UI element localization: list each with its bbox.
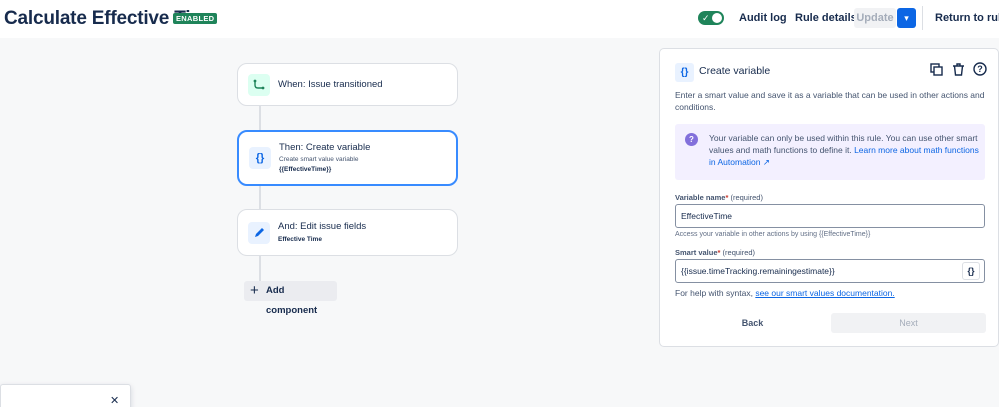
check-icon: ✓	[702, 13, 710, 23]
variable-name-hint: Access your variable in other actions by…	[675, 231, 871, 238]
pencil-icon	[248, 222, 270, 244]
copy-icon[interactable]	[928, 61, 944, 77]
add-component-label: Add component	[266, 285, 318, 316]
smart-value-input[interactable]: {{issue.timeTracking.remainingestimate}}…	[675, 259, 985, 283]
close-icon[interactable]: ✕	[110, 394, 119, 407]
rule-enabled-toggle[interactable]: ✓	[698, 11, 724, 25]
variable-name-label: Variable name* (required)	[675, 193, 763, 202]
next-button[interactable]: Next	[831, 313, 986, 333]
transition-icon	[248, 74, 270, 96]
trash-icon[interactable]	[950, 61, 966, 77]
trigger-title: When: Issue transitioned	[278, 79, 383, 90]
curly-braces-icon: {}	[249, 147, 271, 169]
svg-text:?: ?	[977, 64, 983, 74]
smart-value-picker-button[interactable]: {}	[962, 262, 980, 280]
divider	[922, 6, 923, 30]
panel-tools: ?	[928, 61, 988, 77]
header-bar: Calculate Effective Time ENABLED ✓ Audit…	[0, 0, 999, 38]
create-variable-panel: {} Create variable ? Enter a smart value…	[659, 48, 999, 347]
variable-name-input[interactable]: EffectiveTime	[675, 204, 985, 228]
required-marker: *	[717, 248, 721, 257]
chevron-down-icon: ▾	[904, 13, 909, 23]
rule-details-button[interactable]: Rule details	[795, 8, 857, 28]
action-title: Then: Create variable	[279, 142, 371, 153]
required-text: (required)	[722, 248, 756, 257]
action-subtitle: Create smart value variable	[279, 156, 359, 163]
label-text: Variable name	[675, 193, 726, 202]
status-badge: ENABLED	[173, 13, 218, 24]
edit-fields-card[interactable]: And: Edit issue fields Effective Time	[237, 209, 458, 256]
required-marker: *	[725, 193, 729, 202]
smart-value-label: Smart value* (required)	[675, 248, 755, 257]
help-text: For help with syntax,	[675, 288, 753, 298]
audit-log-button[interactable]: Audit log	[739, 8, 787, 28]
action-variable: {{EffectiveTime}}	[279, 166, 332, 173]
smart-value-text: {{issue.timeTracking.remainingestimate}}	[681, 266, 835, 276]
required-text: (required)	[730, 193, 763, 202]
action-title: And: Edit issue fields	[278, 221, 367, 232]
update-dropdown-button[interactable]: ▾	[897, 8, 916, 28]
smart-values-doc-link[interactable]: see our smart values documentation.	[755, 288, 894, 298]
info-text: Your variable can only be used within th…	[709, 132, 979, 168]
create-variable-card[interactable]: {} Then: Create variable Create smart va…	[237, 130, 458, 186]
plus-icon: +	[250, 282, 259, 299]
toggle-knob	[712, 13, 722, 23]
return-to-rules-button[interactable]: Return to rules	[935, 8, 999, 28]
syntax-help: For help with syntax, see our smart valu…	[675, 288, 895, 298]
trigger-card[interactable]: When: Issue transitioned	[237, 63, 458, 106]
action-field: Effective Time	[278, 236, 322, 243]
add-component-button[interactable]: + Add component	[244, 281, 337, 316]
back-button[interactable]: Back	[675, 313, 830, 333]
question-icon: ?	[685, 133, 698, 146]
panel-description: Enter a smart value and save it as a var…	[675, 90, 985, 112]
panel-title: Create variable	[699, 65, 771, 77]
update-button[interactable]: Update	[854, 8, 896, 28]
flag-message: ✕	[0, 384, 131, 407]
curly-braces-icon: {}	[675, 63, 694, 82]
help-icon[interactable]: ?	[972, 61, 988, 77]
info-message: ? Your variable can only be used within …	[675, 124, 985, 180]
label-text: Smart value	[675, 248, 718, 257]
